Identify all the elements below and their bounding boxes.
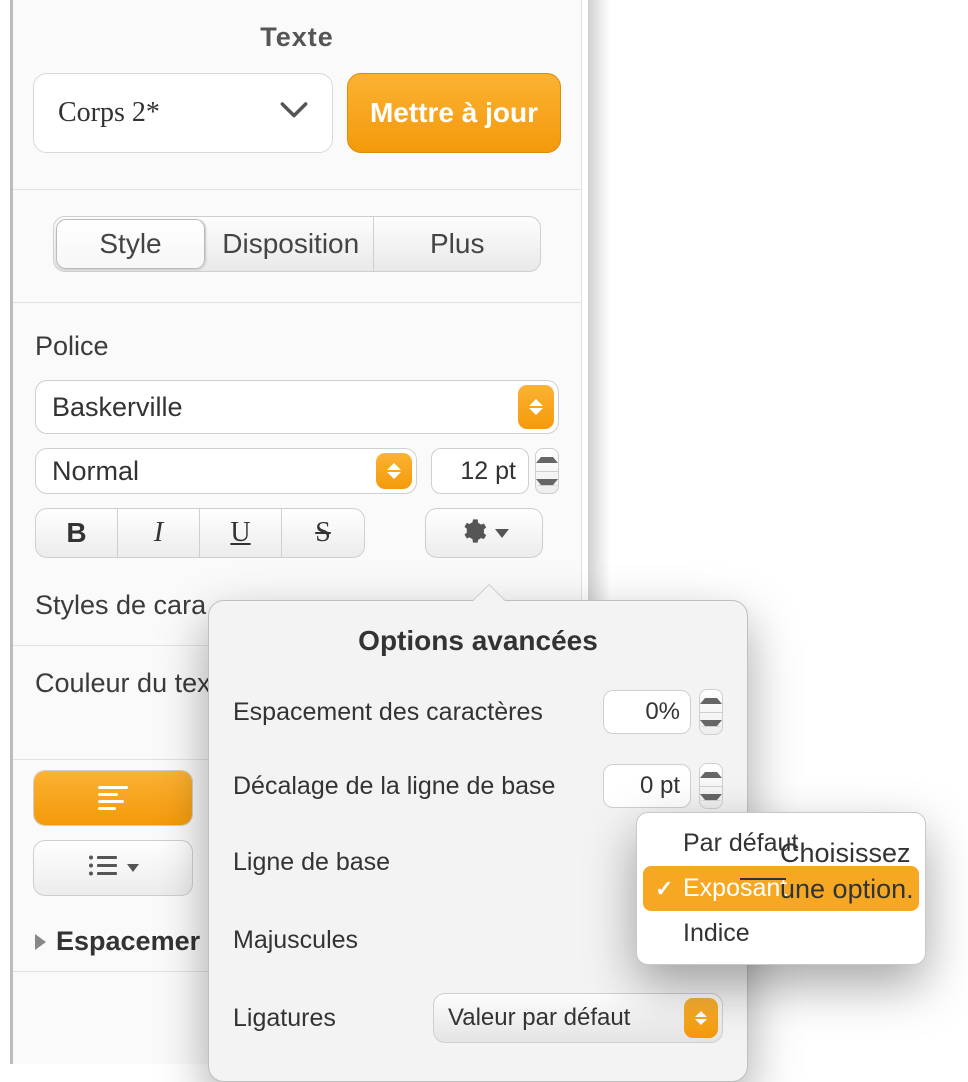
font-family-value: Baskerville: [52, 392, 183, 423]
select-stepper-icon: [684, 998, 718, 1038]
baseline-shift-stepper[interactable]: [699, 763, 723, 809]
gear-icon: [459, 517, 487, 550]
callout-line1: Choisissez: [780, 838, 911, 868]
paragraph-style-select[interactable]: Corps 2*: [33, 73, 333, 153]
align-left-icon: [98, 786, 128, 810]
chevron-down-icon: [280, 97, 308, 129]
align-left-button[interactable]: [34, 771, 192, 825]
panel-title: Texte: [13, 0, 581, 73]
ligatures-value: Valeur par défaut: [448, 1004, 630, 1032]
disclosure-triangle-icon: [35, 934, 46, 950]
tab-style[interactable]: Style: [56, 219, 206, 269]
font-size-field: 12 pt: [431, 448, 559, 494]
list-indent-icon: [87, 853, 119, 884]
char-spacing-input[interactable]: 0%: [603, 690, 691, 734]
list-indent-button[interactable]: [33, 840, 193, 896]
callout-line2: une option.: [780, 874, 914, 904]
tab-more[interactable]: Plus: [374, 217, 540, 271]
char-spacing-label: Espacement des caractères: [233, 698, 543, 727]
baseline-label: Ligne de base: [233, 848, 390, 877]
paragraph-style-row: Corps 2* Mettre à jour: [13, 73, 581, 190]
update-style-button[interactable]: Mettre à jour: [347, 73, 561, 153]
chevron-down-icon: [495, 529, 509, 538]
font-weight-value: Normal: [52, 456, 139, 487]
select-stepper-icon: [376, 453, 412, 489]
text-align-group: [33, 770, 193, 826]
baseline-shift-label: Décalage de la ligne de base: [233, 772, 555, 801]
font-size-input[interactable]: 12 pt: [431, 448, 529, 494]
font-size-stepper[interactable]: [535, 448, 559, 494]
tabs-row: Style Disposition Plus: [13, 190, 581, 303]
text-style-group: B I U S: [35, 508, 365, 558]
underline-button[interactable]: U: [200, 509, 282, 557]
font-section-label: Police: [35, 331, 559, 362]
paragraph-style-value: Corps 2*: [58, 97, 160, 129]
char-spacing-stepper[interactable]: [699, 689, 723, 735]
caps-label: Majuscules: [233, 926, 358, 955]
font-weight-select[interactable]: Normal: [35, 448, 417, 494]
font-family-select[interactable]: Baskerville: [35, 380, 559, 434]
baseline-shift-input[interactable]: 0 pt: [603, 764, 691, 808]
strikethrough-button[interactable]: S: [282, 509, 364, 557]
ligatures-select[interactable]: Valeur par défaut: [433, 993, 723, 1043]
chevron-down-icon: [127, 864, 139, 872]
advanced-options-button[interactable]: [425, 508, 543, 558]
ligatures-row: Ligatures Valeur par défaut: [229, 979, 727, 1057]
spacing-label: Espacemer: [56, 926, 200, 957]
callout-text: Choisissez une option.: [780, 835, 914, 908]
tab-layout[interactable]: Disposition: [208, 217, 375, 271]
popover-title: Options avancées: [229, 625, 727, 657]
char-spacing-row: Espacement des caractères 0%: [229, 675, 727, 749]
italic-button[interactable]: I: [118, 509, 200, 557]
menu-item-subscript[interactable]: Indice: [643, 911, 919, 956]
select-stepper-icon: [518, 385, 554, 429]
bold-button[interactable]: B: [36, 509, 118, 557]
font-section: Police Baskerville Normal 12 pt: [13, 303, 581, 568]
tabs-segmented: Style Disposition Plus: [53, 216, 541, 272]
ligatures-label: Ligatures: [233, 1004, 336, 1033]
